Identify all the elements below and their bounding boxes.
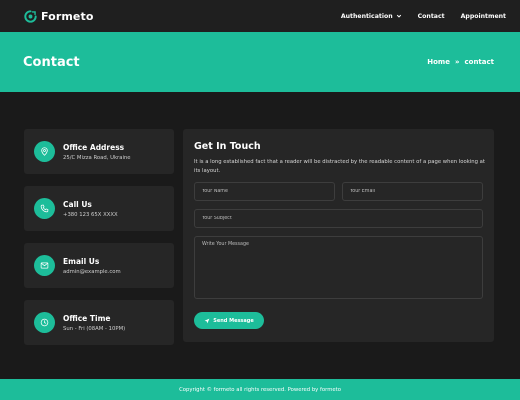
form-title: Get In Touch [194, 141, 261, 152]
nav-authentication-label: Authentication [340, 12, 393, 20]
call-us-card: Call Us +380 123 65X XXXX [24, 186, 174, 231]
office-time-card: Office Time Sun - Fri (08AM - 10PM) [24, 300, 174, 345]
name-input[interactable] [194, 182, 335, 201]
footer-copyright: Copyright © formeto all rights reserved.… [179, 386, 341, 393]
breadcrumb-home[interactable]: Home [427, 58, 450, 66]
card-title: Office Time [63, 313, 111, 323]
send-message-label: Send Message [213, 317, 254, 324]
nav-authentication[interactable]: Authentication [341, 13, 402, 20]
nav-contact[interactable]: Contact [418, 13, 445, 20]
subject-input[interactable] [194, 209, 483, 228]
nav-appointment[interactable]: Appointment [461, 13, 506, 20]
contact-info-list: Office Address 25/C Mizza Road, Ukraine … [24, 129, 174, 357]
email-input[interactable] [342, 182, 483, 201]
contact-form-panel: Get In Touch It is a long established fa… [183, 129, 494, 342]
message-textarea[interactable] [194, 236, 483, 299]
chevron-down-icon [396, 14, 401, 18]
card-title: Call Us [63, 199, 92, 209]
brand[interactable]: Formeto [24, 10, 94, 23]
brand-logo-icon [24, 9, 37, 23]
page-title: Contact [23, 54, 80, 70]
card-title: Office Address [63, 142, 125, 152]
breadcrumb-separator: » [454, 58, 460, 66]
card-text: 25/C Mizza Road, Ukraine [63, 154, 131, 161]
phone-icon [34, 198, 55, 219]
clock-icon [34, 312, 55, 333]
breadcrumb: Home » contact [427, 58, 494, 66]
card-title: Email Us [63, 256, 100, 266]
breadcrumb-current: contact [464, 58, 494, 66]
top-navbar: Formeto Authentication Contact Appointme… [0, 0, 520, 32]
send-message-button[interactable]: Send Message [194, 312, 264, 329]
send-icon [204, 318, 210, 323]
card-text: Sun - Fri (08AM - 10PM) [63, 325, 126, 332]
map-pin-icon [34, 141, 55, 162]
form-description: It is a long established fact that a rea… [194, 159, 485, 174]
card-text: admin@example.com [63, 268, 121, 275]
main-nav: Authentication Contact Appointment [341, 13, 506, 20]
mail-icon [34, 255, 55, 276]
office-address-card: Office Address 25/C Mizza Road, Ukraine [24, 129, 174, 174]
page-banner: Contact Home » contact [0, 32, 520, 92]
brand-name: Formeto [41, 9, 94, 23]
footer: Copyright © formeto all rights reserved.… [0, 379, 520, 400]
card-text: +380 123 65X XXXX [63, 211, 118, 218]
email-us-card: Email Us admin@example.com [24, 243, 174, 288]
